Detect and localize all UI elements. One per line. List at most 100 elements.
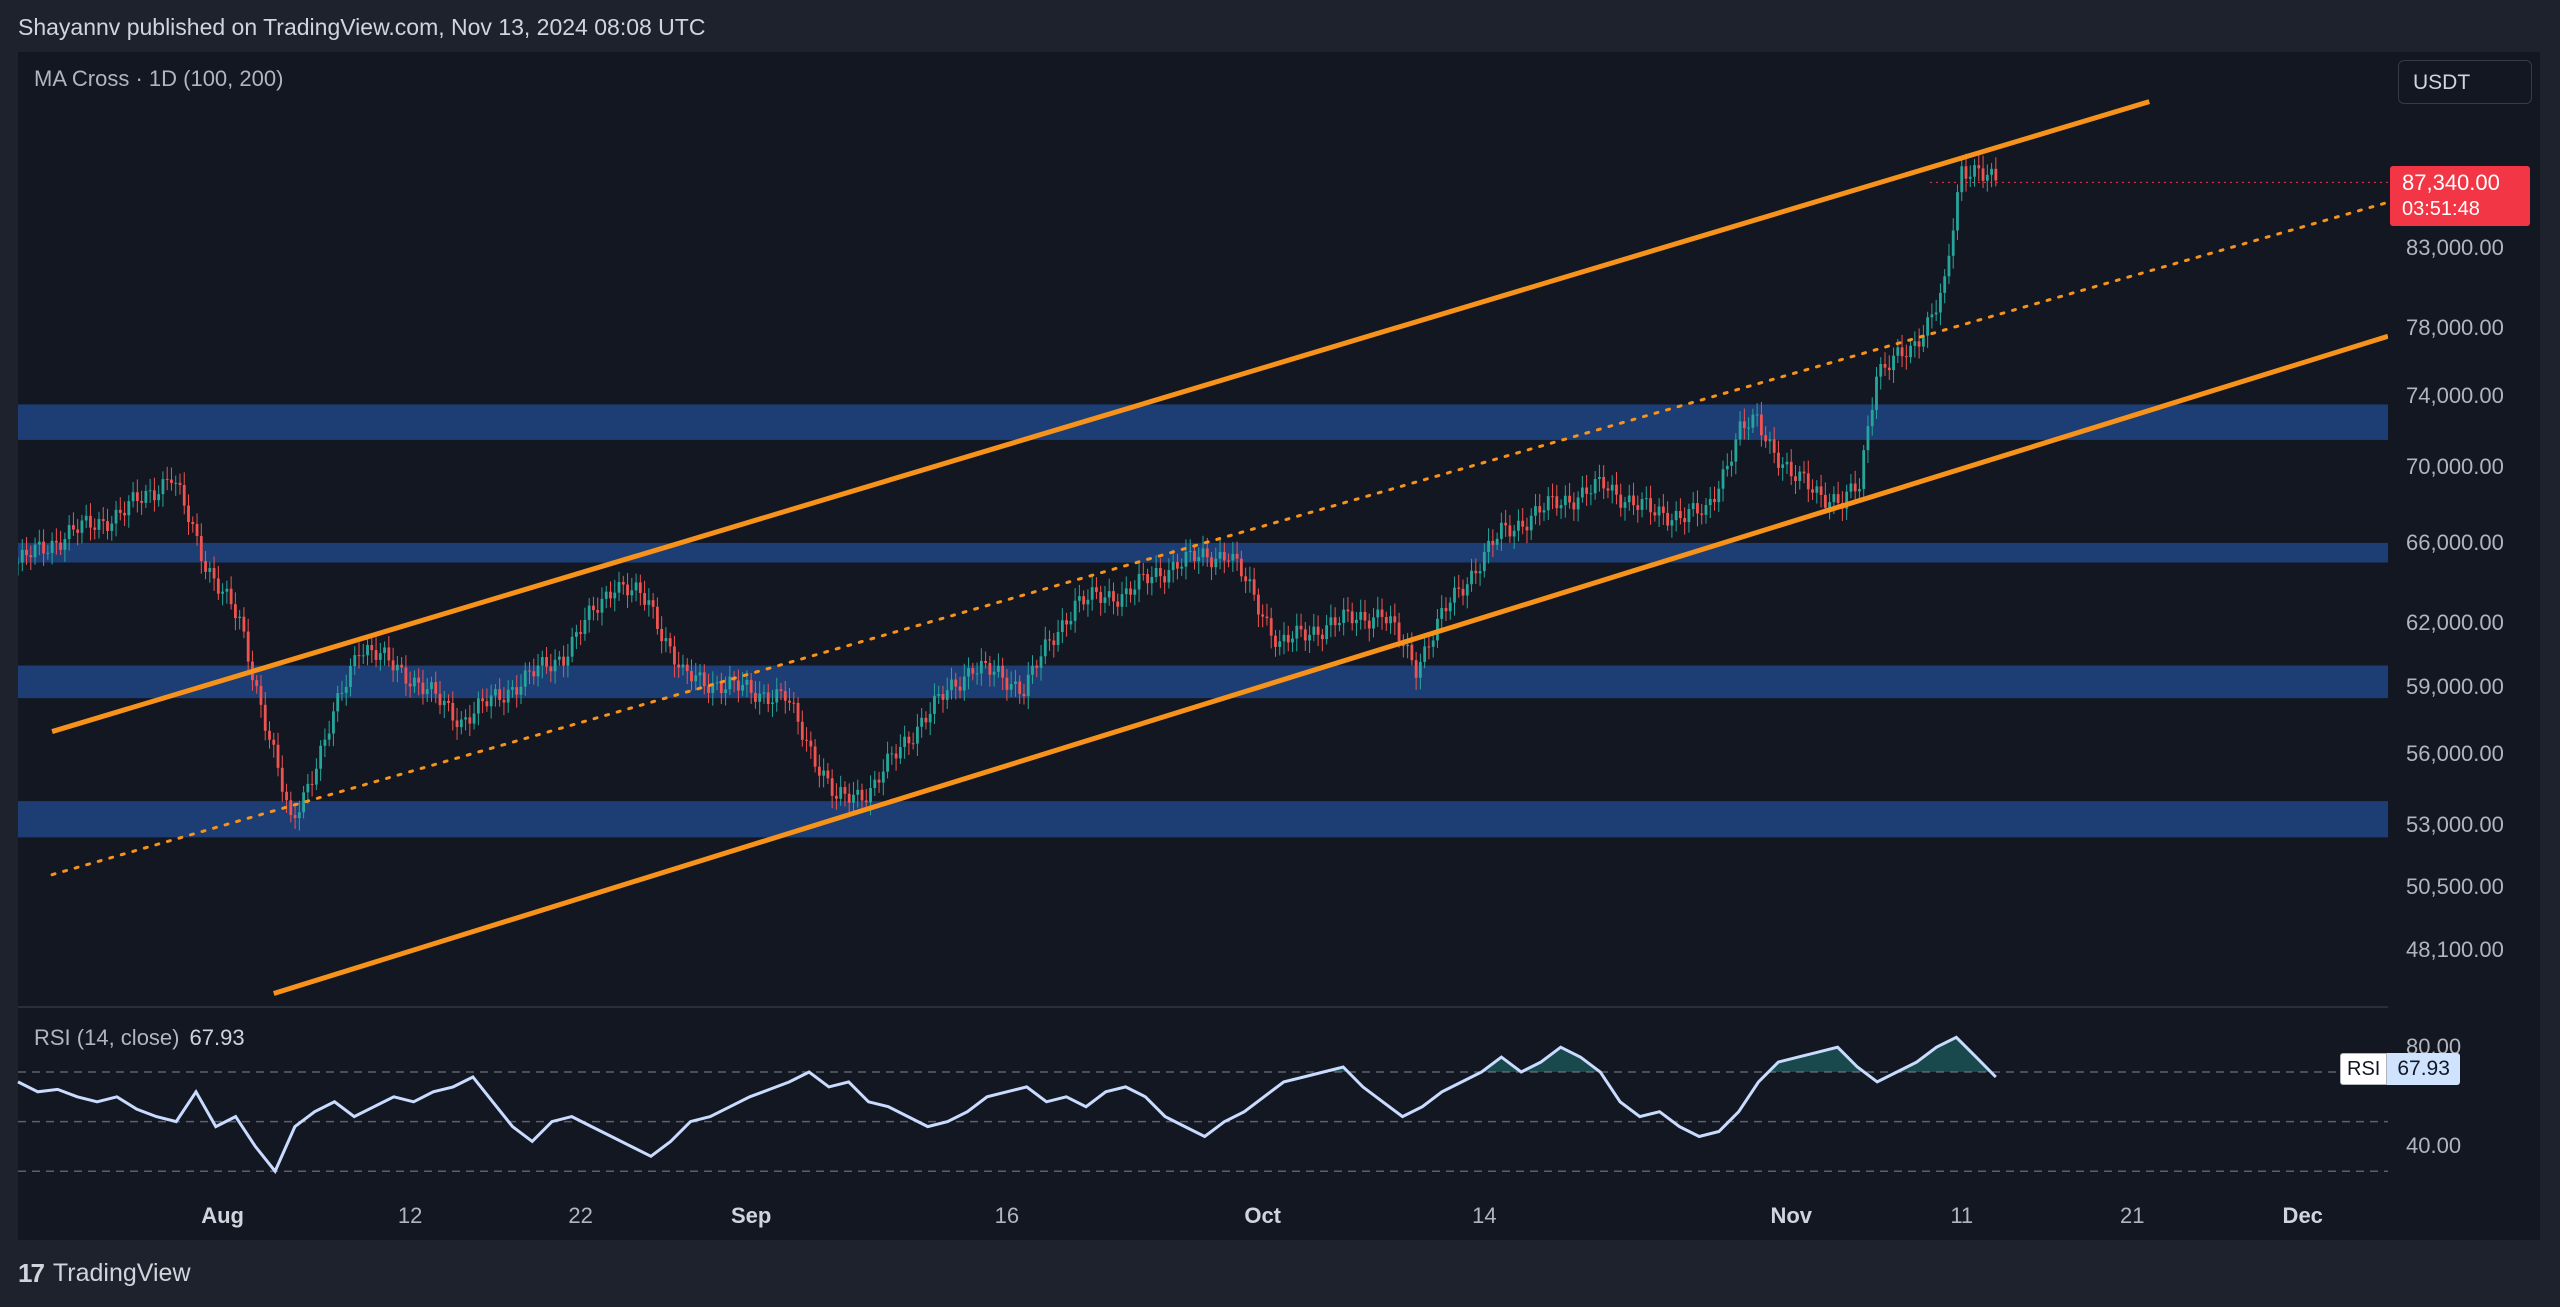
- candle-body: [438, 693, 442, 706]
- candle-body: [643, 593, 647, 605]
- candle-body: [1909, 345, 1912, 358]
- candle-body: [1359, 611, 1363, 620]
- candle-body: [1802, 471, 1806, 474]
- candle-body: [1014, 681, 1017, 684]
- candle-body: [1026, 674, 1030, 697]
- candle-body: [1410, 644, 1414, 661]
- candle-body: [1759, 414, 1763, 436]
- candle-body: [1960, 166, 1964, 193]
- candle-body: [1866, 426, 1870, 451]
- chart-canvas[interactable]: [0, 0, 2560, 1307]
- candle-body: [417, 677, 421, 683]
- candle-body: [1917, 341, 1921, 347]
- candle-body: [860, 789, 864, 801]
- candle-body: [1632, 495, 1635, 506]
- rsi-indicator-label[interactable]: RSI (14, close) 67.93: [34, 1025, 245, 1051]
- candle-body: [1031, 665, 1034, 675]
- candle-body: [187, 505, 190, 523]
- candle-body: [1875, 376, 1878, 411]
- candle-body: [310, 783, 314, 785]
- last-price-tag: 87,340.00 03:51:48: [2390, 166, 2530, 226]
- candle-body: [1627, 495, 1631, 503]
- candle-body: [958, 686, 962, 691]
- candle-body: [745, 679, 749, 685]
- candle-body: [1389, 616, 1392, 624]
- candle-body: [817, 766, 821, 776]
- candle-body: [528, 670, 531, 672]
- candle-body: [182, 484, 186, 506]
- candle-body: [634, 582, 638, 591]
- candle-body: [1487, 540, 1490, 552]
- candle-body: [1708, 498, 1712, 506]
- candle-body: [545, 657, 548, 667]
- candle-body: [1598, 477, 1601, 480]
- candle-body: [1764, 435, 1768, 442]
- rsi-label-text: RSI (14, close): [34, 1025, 180, 1050]
- candle-body: [1768, 439, 1772, 442]
- candle-body: [1956, 192, 1959, 231]
- candle-body: [242, 616, 246, 632]
- candle-body: [314, 768, 318, 785]
- candle-body: [46, 552, 50, 554]
- candle-body: [886, 753, 889, 772]
- candle-body: [975, 673, 979, 675]
- candle-body: [724, 689, 727, 694]
- candle-body: [519, 686, 523, 695]
- candle-body: [118, 509, 122, 513]
- candle-body: [1580, 487, 1584, 498]
- candle-body: [1372, 617, 1375, 629]
- currency-selector[interactable]: USDT: [2398, 60, 2532, 104]
- tradingview-logo[interactable]: 17 TradingView: [18, 1258, 191, 1289]
- candle-body: [268, 730, 271, 740]
- candle-body: [788, 700, 791, 703]
- candle-body: [1303, 629, 1307, 641]
- candle-body: [259, 685, 263, 705]
- candle-body: [195, 523, 199, 537]
- candle-body: [924, 717, 928, 723]
- candle-body: [1529, 515, 1533, 531]
- candle-body: [361, 655, 365, 657]
- candle-body: [762, 692, 766, 694]
- candle-body: [779, 689, 783, 691]
- time-tick: Sep: [730, 1203, 772, 1228]
- candle-body: [984, 660, 988, 664]
- candle-body: [204, 560, 207, 572]
- candle-body: [1474, 570, 1478, 574]
- candle-body: [950, 679, 953, 691]
- candle-body: [1721, 469, 1725, 489]
- candle-body: [1333, 617, 1337, 626]
- candle-body: [1811, 489, 1814, 493]
- candle-body: [1636, 505, 1640, 510]
- ma-cross-indicator-label[interactable]: MA Cross · 1D (100, 200): [34, 66, 283, 92]
- candle-body: [434, 682, 438, 694]
- candle-body: [749, 679, 753, 693]
- candle-body: [856, 789, 860, 795]
- candle-body: [332, 711, 335, 734]
- candle-body: [600, 598, 604, 613]
- candle-body: [1035, 665, 1039, 668]
- candle-body: [1653, 512, 1657, 516]
- candle-body: [754, 692, 757, 702]
- candle-body: [1082, 596, 1086, 605]
- candle-body: [1606, 488, 1610, 491]
- candle-body: [822, 770, 826, 776]
- candle-body: [621, 581, 625, 585]
- candle-body: [800, 721, 804, 740]
- candle-body: [1939, 292, 1942, 313]
- candle-body: [1427, 646, 1431, 648]
- candle-body: [783, 690, 787, 701]
- candle-body: [216, 578, 220, 594]
- candle-body: [1926, 317, 1930, 336]
- candle-body: [523, 670, 527, 687]
- candle-body: [340, 692, 344, 694]
- candle-body: [1252, 579, 1256, 595]
- candle-body: [1406, 644, 1410, 647]
- candle-body: [1755, 414, 1759, 416]
- time-tick: Nov: [1770, 1203, 1813, 1228]
- candle-body: [1849, 483, 1853, 492]
- candle-body: [1717, 488, 1721, 503]
- candle-body: [1772, 439, 1776, 453]
- candle-body: [1355, 619, 1358, 624]
- candle-body: [1994, 168, 1998, 181]
- candle-body: [1286, 634, 1290, 643]
